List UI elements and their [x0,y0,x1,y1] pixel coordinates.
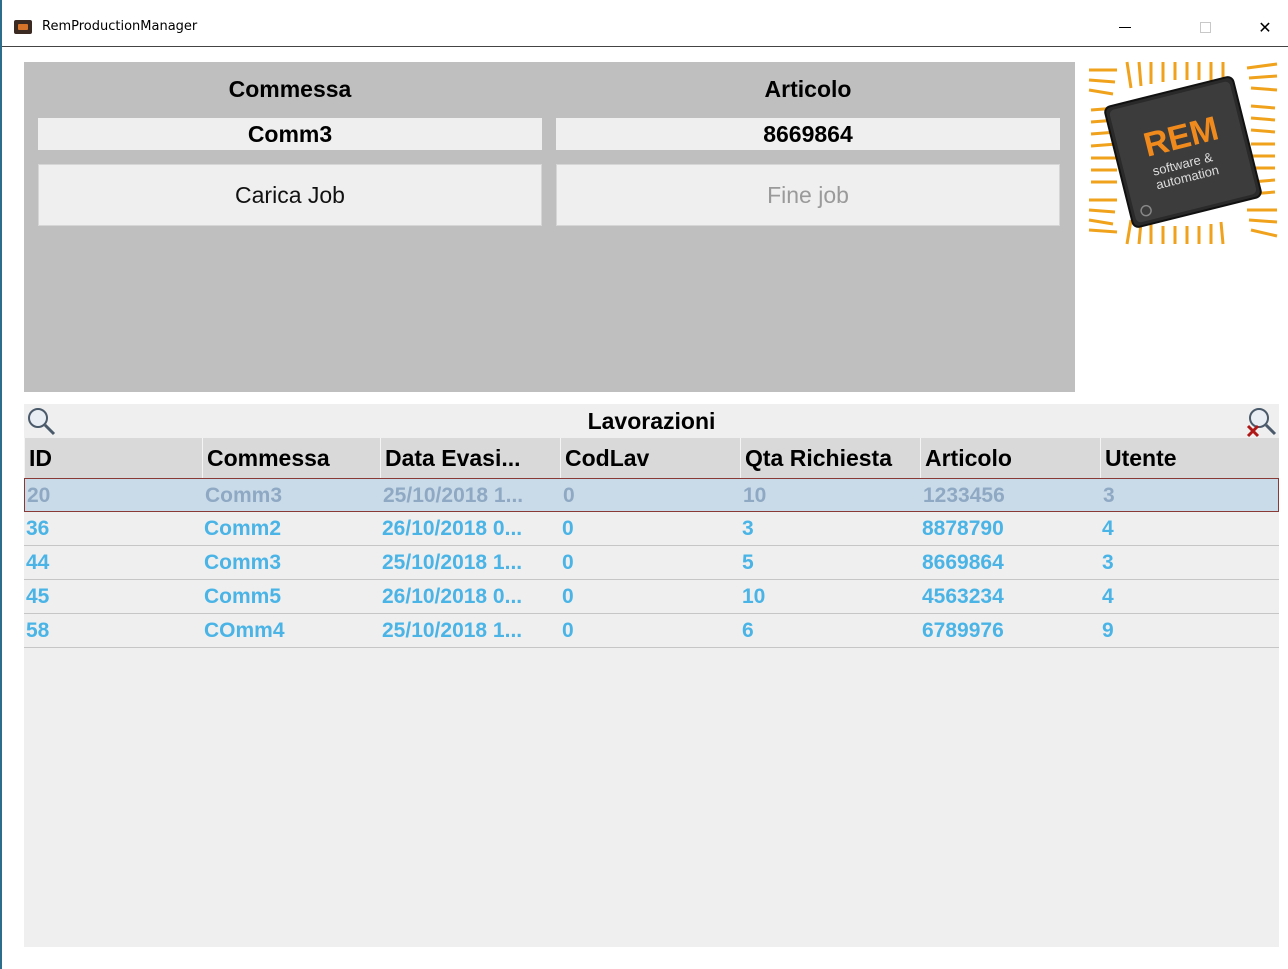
minimize-icon [1119,26,1131,28]
cell-articolo: 4563234 [922,585,1004,608]
commessa-value: Comm3 [38,118,542,150]
window-title: RemProductionManager [42,19,198,34]
cell-qta-richiesta: 10 [742,585,766,608]
cell-utente: 3 [1103,484,1115,507]
cell-data-evasione: 25/10/2018 1... [382,619,523,642]
commessa-header: Commessa [228,76,352,102]
cell-qta-richiesta: 5 [742,551,754,574]
title-bar: RemProductionManager ✕ [2,0,1288,46]
lavorazioni-grid: Lavorazioni ID Commessa Data Evasi... Co… [24,404,1279,947]
cell-codlav: 0 [562,585,574,608]
table-row[interactable]: 20 Comm3 25/10/2018 1... 0 10 1233456 3 [24,478,1279,512]
app-window: RemProductionManager ✕ Commessa Articolo… [0,0,1288,969]
table-row[interactable]: 45 Comm5 26/10/2018 0... 0 10 4563234 4 [24,580,1279,614]
cell-id: 45 [26,585,50,608]
cell-data-evasione: 26/10/2018 0... [382,585,523,608]
clear-filter-icon[interactable] [1244,406,1278,438]
close-button[interactable]: ✕ [1242,10,1288,44]
cell-articolo: 6789976 [922,619,1004,642]
cell-data-evasione: 26/10/2018 0... [382,517,523,540]
cell-utente: 4 [1102,517,1114,540]
cell-commessa: Comm2 [204,517,282,540]
column-header-row: ID Commessa Data Evasi... CodLav Qta Ric… [24,438,1279,478]
cell-qta-richiesta: 3 [742,517,754,540]
cell-utente: 4 [1102,585,1114,608]
column-header-codlav[interactable]: CodLav [560,438,740,478]
app-icon [14,20,32,34]
title-divider [2,46,1288,47]
table-row[interactable]: 44 Comm3 25/10/2018 1... 0 5 8669864 3 [24,546,1279,580]
end-job-button[interactable]: Fine job [556,164,1060,226]
cell-commessa: COmm4 [204,619,285,642]
cell-commessa: Comm3 [204,551,282,574]
articolo-value: 8669864 [556,118,1060,150]
cell-articolo: 8878790 [922,517,1004,540]
minimize-button[interactable] [1102,10,1148,44]
cell-articolo: 1233456 [923,484,1005,507]
column-header-qta-richiesta[interactable]: Qta Richiesta [740,438,920,478]
cell-data-evasione: 25/10/2018 1... [382,551,523,574]
cell-codlav: 0 [563,484,575,507]
window-bottom-margin [2,947,1288,969]
cell-codlav: 0 [562,619,574,642]
column-header-id[interactable]: ID [24,438,202,478]
cell-id: 20 [27,484,51,507]
column-header-data-evasione[interactable]: Data Evasi... [380,438,560,478]
articolo-header: Articolo [764,76,852,102]
cell-qta-richiesta: 6 [742,619,754,642]
cell-codlav: 0 [562,551,574,574]
cell-utente: 3 [1102,551,1114,574]
cell-utente: 9 [1102,619,1114,642]
close-icon: ✕ [1258,17,1272,37]
cell-id: 36 [26,517,50,540]
rem-logo: REM software & automation [1088,61,1278,245]
cell-qta-richiesta: 10 [743,484,767,507]
job-panel: Commessa Articolo Comm3 8669864 Carica J… [24,62,1075,392]
cell-commessa: Comm3 [205,484,283,507]
cell-id: 44 [26,551,50,574]
cell-id: 58 [26,619,50,642]
load-job-button[interactable]: Carica Job [38,164,542,226]
cell-articolo: 8669864 [922,551,1004,574]
column-header-utente[interactable]: Utente [1100,438,1279,478]
cell-codlav: 0 [562,517,574,540]
cell-commessa: Comm5 [204,585,282,608]
table-row[interactable]: 36 Comm2 26/10/2018 0... 0 3 8878790 4 [24,512,1279,546]
maximize-button[interactable] [1182,10,1228,44]
maximize-icon [1199,21,1211,33]
grid-title: Lavorazioni [587,408,716,434]
cell-data-evasione: 25/10/2018 1... [383,484,524,507]
column-header-articolo[interactable]: Articolo [920,438,1100,478]
column-header-commessa[interactable]: Commessa [202,438,380,478]
table-row[interactable]: 58 COmm4 25/10/2018 1... 0 6 6789976 9 [24,614,1279,648]
